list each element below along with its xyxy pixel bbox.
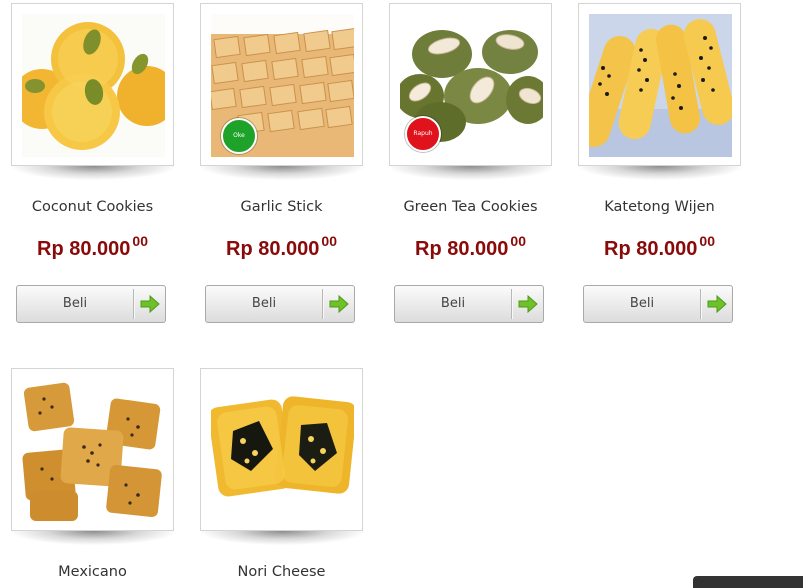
arrow-right-icon: [707, 295, 727, 313]
buy-button[interactable]: Beli: [394, 285, 544, 323]
image-shadow: [389, 166, 554, 180]
buy-button-label: Beli: [629, 296, 655, 311]
buy-button-label: Beli: [251, 296, 277, 311]
arrow-right-icon: [518, 295, 538, 313]
product-name[interactable]: Mexicano: [11, 564, 174, 580]
arrow-right-icon: [329, 295, 349, 313]
product-image-frame[interactable]: [11, 368, 174, 531]
button-divider: [133, 289, 134, 319]
product-image[interactable]: [589, 14, 732, 157]
button-divider: [511, 289, 512, 319]
buy-button-label: Beli: [440, 296, 466, 311]
product-name[interactable]: Green Tea Cookies: [389, 199, 552, 215]
buy-button[interactable]: Beli: [205, 285, 355, 323]
button-divider: [322, 289, 323, 319]
image-shadow: [11, 531, 176, 545]
button-divider: [700, 289, 701, 319]
buy-button[interactable]: Beli: [583, 285, 733, 323]
product-price: Rp 80.000 00: [389, 233, 552, 261]
buy-button-label: Beli: [62, 296, 88, 311]
price-cents: 00: [321, 233, 337, 249]
image-shadow: [200, 166, 365, 180]
status-badge: Rapuh: [405, 116, 441, 152]
price-cents: 00: [510, 233, 526, 249]
image-shadow: [11, 166, 176, 180]
product-image-frame[interactable]: [200, 368, 363, 531]
price-amount: Rp 80.000: [226, 238, 320, 260]
image-shadow: [200, 531, 365, 545]
product-name[interactable]: Katetong Wijen: [578, 199, 741, 215]
price-cents: 00: [132, 233, 148, 249]
product-image[interactable]: [22, 14, 165, 157]
product-image-frame[interactable]: Oke: [200, 3, 363, 166]
price-amount: Rp 80.000: [604, 238, 698, 260]
product-price: Rp 80.000 00: [11, 233, 174, 261]
product-image-frame[interactable]: Rapuh: [389, 3, 552, 166]
image-shadow: [578, 166, 743, 180]
product-image[interactable]: [211, 379, 354, 522]
buy-button[interactable]: Beli: [16, 285, 166, 323]
product-image-frame[interactable]: [11, 3, 174, 166]
price-cents: 00: [699, 233, 715, 249]
price-amount: Rp 80.000: [37, 238, 131, 260]
status-badge: Oke: [221, 118, 257, 154]
product-price: Rp 80.000 00: [200, 233, 363, 261]
arrow-right-icon: [140, 295, 160, 313]
product-image-frame[interactable]: [578, 3, 741, 166]
product-image[interactable]: [22, 379, 165, 522]
product-name[interactable]: Coconut Cookies: [11, 199, 174, 215]
product-price: Rp 80.000 00: [578, 233, 741, 261]
product-name[interactable]: Nori Cheese: [200, 564, 363, 580]
chat-widget-tab[interactable]: [693, 576, 803, 588]
product-name[interactable]: Garlic Stick: [200, 199, 363, 215]
price-amount: Rp 80.000: [415, 238, 509, 260]
